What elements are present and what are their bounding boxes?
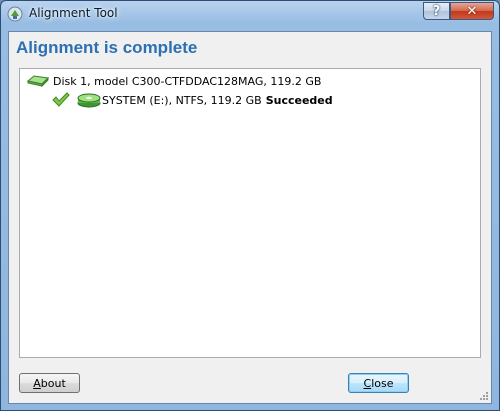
- about-accelerator: A: [33, 376, 41, 390]
- results-tree[interactable]: Disk 1, model C300-CTFDDAC128MAG, 119.2 …: [19, 68, 481, 358]
- disk-drive-icon: [26, 75, 50, 88]
- app-icon: [7, 6, 23, 22]
- tree-item-partition[interactable]: SYSTEM (E:), NTFS, 119.2 GB Succeeded: [52, 92, 333, 108]
- dialog-client-area: Alignment is complete Disk 1, model C300…: [8, 31, 492, 404]
- resize-grip-icon[interactable]: [479, 391, 489, 401]
- help-button[interactable]: ?: [423, 2, 450, 20]
- help-icon: ?: [432, 3, 441, 19]
- page-title: Alignment is complete: [16, 38, 198, 57]
- close-accelerator: C: [363, 376, 372, 390]
- window-close-button[interactable]: ✕: [450, 2, 494, 20]
- close-label: lose: [371, 376, 394, 390]
- close-button[interactable]: Close: [348, 373, 409, 393]
- status-badge: Succeeded: [265, 93, 333, 107]
- close-icon: ✕: [466, 3, 478, 19]
- tree-item-disk[interactable]: Disk 1, model C300-CTFDDAC128MAG, 119.2 …: [26, 74, 321, 88]
- checkmark-icon: [52, 92, 70, 107]
- about-button[interactable]: About: [19, 373, 80, 393]
- disk-label: Disk 1, model C300-CTFDDAC128MAG, 119.2 …: [53, 74, 322, 88]
- partition-icon: [77, 93, 101, 108]
- about-label: bout: [40, 376, 66, 390]
- title-bar[interactable]: Alignment Tool ? ✕: [1, 1, 499, 27]
- partition-label: SYSTEM (E:), NTFS, 119.2 GB: [102, 93, 262, 107]
- alignment-tool-window: Alignment Tool ? ✕ Alignment is complete…: [0, 0, 500, 411]
- window-title: Alignment Tool: [29, 6, 118, 20]
